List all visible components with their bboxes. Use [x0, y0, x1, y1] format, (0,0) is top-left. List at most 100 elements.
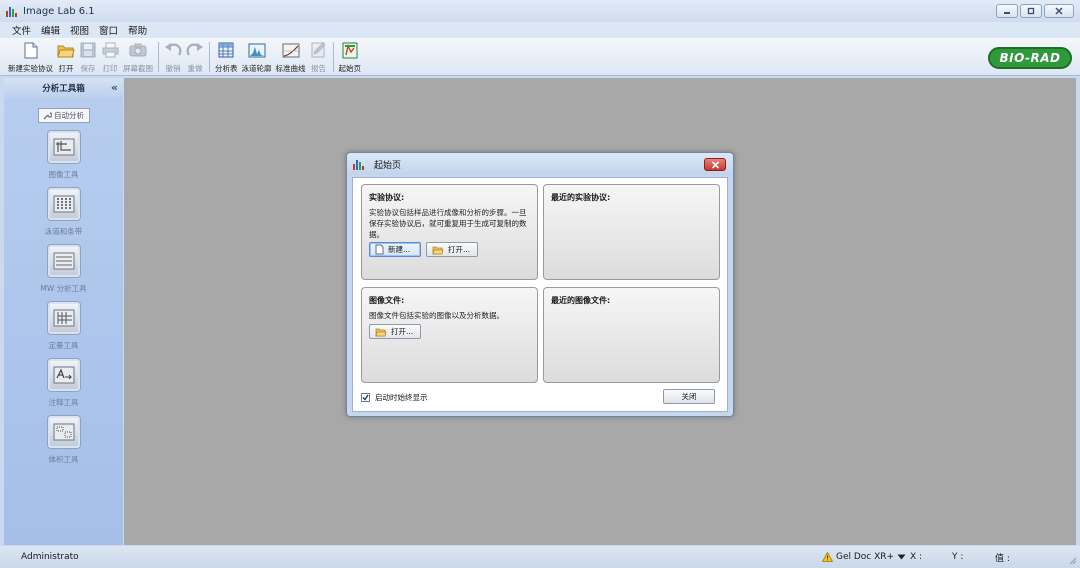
lane-profile-label: 泳道轮廓: [241, 64, 272, 73]
lane-profile-icon: [248, 41, 266, 59]
standard-curve-label: 标准曲线: [275, 64, 306, 73]
recent-protocols-title: 最近的实验协议:: [551, 193, 611, 202]
image-tools-label: 图像工具: [48, 170, 79, 179]
image-files-description: 图像文件包括实验的图像以及分析数据。: [369, 311, 504, 320]
close-button[interactable]: 关闭: [663, 389, 715, 404]
image-tools-icon: [47, 131, 80, 163]
menu-help[interactable]: 帮助: [124, 23, 151, 37]
lanes-bands-tool[interactable]: 泳道和条带: [4, 188, 123, 240]
screenshot-camera-icon: [129, 41, 147, 59]
warning-icon: [822, 552, 833, 562]
analysis-toolbox-panel: 分析工具箱 « 自动分析 图像工具 泳道和条带 MW 分析工具 定量工具 注释工…: [4, 78, 123, 545]
screenshot-label: 屏幕截图: [123, 64, 153, 73]
show-on-startup-label: 启动时始终显示: [375, 393, 428, 402]
menu-window[interactable]: 窗口: [95, 23, 122, 37]
recent-images-panel: 最近的图像文件:: [543, 287, 720, 383]
app-logo-icon: [353, 159, 365, 170]
protocol-description: 实验协议包括样品进行成像和分析的步骤。一旦保存实验协议后，就可重复用于生成可复制…: [369, 208, 527, 239]
new-protocol-button[interactable]: 新建实验协议: [8, 38, 53, 75]
open-image-button[interactable]: 打开...: [369, 324, 421, 339]
standard-curve-icon: [282, 41, 300, 59]
dialog-body: 实验协议: 实验协议包括样品进行成像和分析的步骤。一旦保存实验协议后，就可重复用…: [352, 177, 728, 412]
open-protocol-label: 打开...: [448, 245, 471, 254]
report-icon: [310, 41, 328, 59]
x-coordinate-label: X :: [910, 552, 923, 562]
menu-view[interactable]: 视图: [66, 23, 93, 37]
standard-curve-button[interactable]: 标准曲线: [276, 38, 306, 75]
dropdown-arrow-icon: [897, 554, 906, 560]
menu-file[interactable]: 文件: [8, 23, 35, 37]
redo-icon: [186, 41, 204, 59]
instrument-selector[interactable]: Gel Doc XR+: [822, 552, 906, 562]
recent-protocols-panel: 最近的实验协议:: [543, 184, 720, 280]
y-coordinate-label: Y :: [952, 552, 964, 562]
lane-profile-button[interactable]: 泳道轮廓: [242, 38, 272, 75]
lanes-bands-icon: [47, 188, 80, 220]
minimize-button[interactable]: [996, 4, 1018, 18]
resize-grip-icon[interactable]: [1067, 555, 1077, 565]
toolbox-title: 分析工具箱: [42, 84, 85, 94]
logo-text: BIO-RAD: [999, 51, 1061, 65]
maximize-button[interactable]: [1020, 4, 1042, 18]
analysis-table-button[interactable]: 分析表: [215, 38, 238, 75]
auto-analysis-button[interactable]: 自动分析: [37, 108, 90, 123]
mw-analysis-label: MW 分析工具: [40, 284, 87, 293]
undo-button[interactable]: 撤销: [164, 38, 182, 75]
screenshot-button[interactable]: 屏幕截图: [123, 38, 153, 75]
open-protocol-button[interactable]: 打开...: [426, 242, 478, 257]
start-page-button[interactable]: 起始页: [338, 38, 362, 75]
save-button[interactable]: 保存: [79, 38, 97, 75]
volume-tools[interactable]: 体积工具: [4, 416, 123, 468]
instrument-name: Gel Doc XR+: [836, 552, 895, 562]
open-image-label: 打开...: [391, 327, 414, 336]
protocol-panel: 实验协议: 实验协议包括样品进行成像和分析的步骤。一旦保存实验协议后，就可重复用…: [361, 184, 538, 280]
start-page-icon: [341, 41, 359, 59]
dialog-close-button[interactable]: [704, 158, 726, 171]
save-label: 保存: [80, 64, 96, 73]
new-document-icon: [375, 244, 384, 255]
toolbar-separator: [158, 42, 159, 72]
collapse-panel-icon[interactable]: «: [111, 81, 118, 94]
wrench-icon: [43, 112, 52, 120]
annotation-tools-icon: [47, 359, 80, 391]
restore-icon: [1027, 7, 1035, 15]
report-label: 报告: [311, 64, 326, 73]
save-icon: [79, 41, 97, 59]
lanes-bands-label: 泳道和条带: [44, 227, 83, 236]
recent-images-title: 最近的图像文件:: [551, 296, 611, 305]
analysis-table-label: 分析表: [215, 64, 238, 73]
volume-tools-label: 体积工具: [48, 455, 79, 464]
undo-label: 撤销: [165, 64, 181, 73]
annotation-tools[interactable]: 注释工具: [4, 359, 123, 411]
print-button[interactable]: 打印: [101, 38, 119, 75]
title-bar: Image Lab 6.1: [0, 0, 1080, 22]
undo-icon: [164, 41, 182, 59]
window-title: Image Lab 6.1: [23, 5, 95, 17]
new-protocol-dialog-button[interactable]: 新建...: [369, 242, 421, 257]
toolbar-separator: [209, 42, 210, 72]
close-window-button[interactable]: [1044, 4, 1074, 18]
image-files-title: 图像文件:: [369, 296, 405, 305]
quantity-tools-label: 定量工具: [48, 341, 79, 350]
print-label: 打印: [102, 64, 118, 73]
minimize-icon: [1004, 12, 1010, 14]
toolbox-header: 分析工具箱 «: [4, 78, 123, 98]
value-label: 值 :: [995, 553, 1010, 564]
report-button[interactable]: 报告: [310, 38, 328, 75]
new-protocol-label: 新建...: [388, 245, 411, 254]
mw-analysis-icon: [47, 245, 80, 277]
open-button[interactable]: 打开: [57, 38, 75, 75]
app-logo-icon: [6, 6, 18, 17]
start-page-label: 起始页: [338, 64, 362, 73]
mw-analysis-tool[interactable]: MW 分析工具: [4, 245, 123, 297]
show-on-startup-option[interactable]: 启动时始终显示: [361, 392, 428, 403]
menu-edit[interactable]: 编辑: [37, 23, 64, 37]
image-tools[interactable]: 图像工具: [4, 131, 123, 183]
show-on-startup-checkbox[interactable]: [361, 393, 370, 402]
quantity-tools[interactable]: 定量工具: [4, 302, 123, 354]
dialog-title-bar: 起始页: [347, 153, 733, 175]
image-files-panel: 图像文件: 图像文件包括实验的图像以及分析数据。 打开...: [361, 287, 538, 383]
menu-bar: 文件 编辑 视图 窗口 帮助: [0, 22, 1080, 38]
redo-button[interactable]: 重做: [186, 38, 204, 75]
protocol-title: 实验协议:: [369, 193, 405, 202]
